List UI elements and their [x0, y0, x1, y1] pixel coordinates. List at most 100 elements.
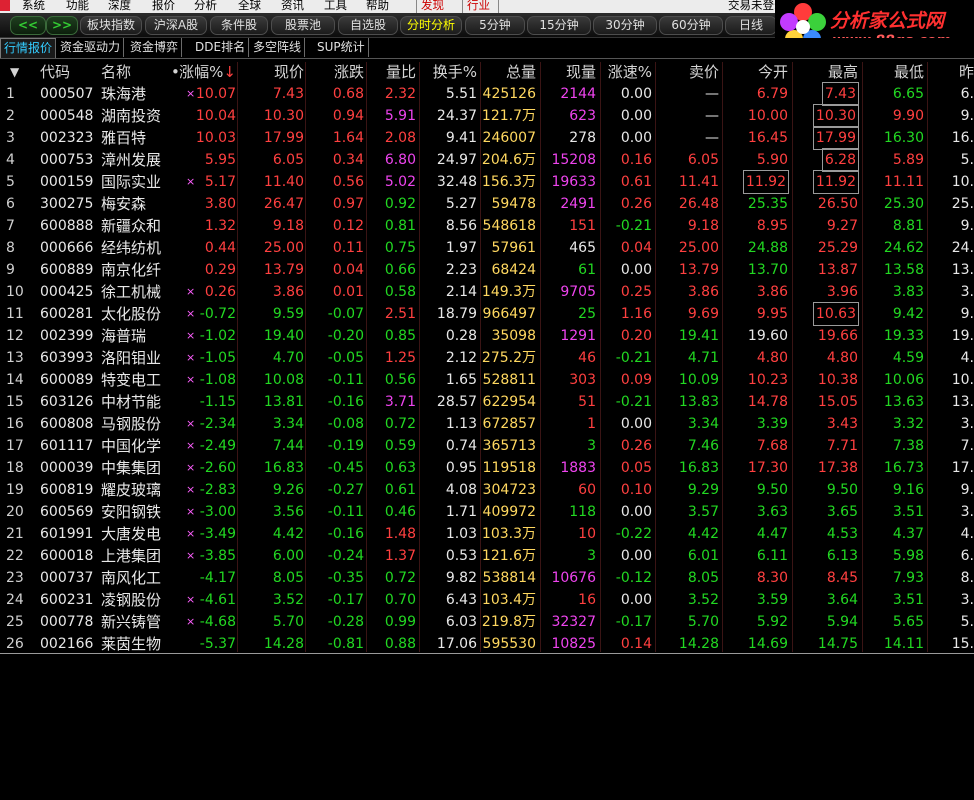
table-row[interactable]: 9 600889 南京化纤 0.29 13.79 0.04 0.66 2.23 68424 61 0… [0, 259, 974, 281]
column-menu-icon[interactable]: ▼ [10, 61, 19, 83]
header-ask[interactable]: 卖价 [689, 61, 719, 83]
table-row[interactable]: 6 300275 梅安森 3.80 26.47 0.97 0.92 5.27 59478 2491… [0, 193, 974, 215]
forward-arrow-icon[interactable]: >> [46, 16, 78, 35]
toolbar-condition-stocks[interactable]: 条件股 [210, 16, 268, 35]
table-row[interactable]: 7 600888 新疆众和 1.32 9.18 0.12 0.81 8.56 548618 151… [0, 215, 974, 237]
cell-prev: 4. [960, 350, 974, 366]
table-row[interactable]: 21 601991 大唐发电 × -3.49 4.42 -0.16 1.48 1.03 103.3… [0, 523, 974, 545]
cell-ratio: 2.51 [384, 306, 416, 322]
table-row[interactable]: 26 002166 莱茵生物 -5.37 14.28 -0.81 0.88 17.06 5955… [0, 633, 974, 655]
table-row[interactable]: 14 600089 特变电工 × -1.08 10.08 -0.11 0.56 1.65 5288… [0, 369, 974, 391]
tab-long-short[interactable]: 多空阵线 [250, 38, 306, 57]
cell-low: 13.63 [883, 394, 924, 410]
cell-pct: 5.17 [204, 174, 236, 190]
cell-pct: -1.15 [199, 394, 236, 410]
cell-pct: -2.49 [199, 438, 236, 454]
toolbar-15min[interactable]: 15分钟 [527, 16, 591, 35]
tab-sup-stats[interactable]: SUP统计 [314, 38, 369, 57]
toolbar-watchlist[interactable]: 自选股 [338, 16, 398, 35]
menu-analysis[interactable]: 分析 [194, 0, 217, 11]
back-arrow-icon[interactable]: << [10, 16, 46, 35]
header-volume-ratio[interactable]: 量比 [386, 61, 416, 83]
table-row[interactable]: 1 000507 珠海港 × 10.07 7.43 0.68 2.32 5.51 425126 21… [0, 82, 974, 106]
menu-help[interactable]: 帮助 [366, 0, 389, 11]
toolbar-intraday[interactable]: 分时分析 [400, 16, 462, 35]
header-speed[interactable]: 涨速% [608, 61, 652, 83]
header-turnover[interactable]: 换手% [433, 61, 477, 83]
tab-quotes[interactable]: 行情报价 [0, 38, 57, 58]
header-current-volume[interactable]: 现量 [566, 61, 596, 83]
tab-dde-rank[interactable]: DDE排名 [192, 38, 250, 57]
cell-prev: 8. [960, 570, 974, 586]
header-code[interactable]: 代码 [40, 61, 70, 83]
menu-depth[interactable]: 深度 [108, 0, 131, 11]
table-row[interactable]: 10 000425 徐工机械 × 0.26 3.86 0.01 0.58 2.14 149.3万 9… [0, 281, 974, 303]
table-row[interactable]: 15 603126 中材节能 -1.15 13.81 -0.16 3.71 28.57 6229… [0, 391, 974, 413]
cell-chg: 0.56 [332, 174, 364, 190]
header-change-pct[interactable]: 涨幅%↓ [179, 61, 236, 83]
table-row[interactable]: 19 600819 耀皮玻璃 × -2.83 9.26 -0.27 0.61 4.08 30472… [0, 479, 974, 501]
toolbar-5min[interactable]: 5分钟 [465, 16, 525, 35]
table-row[interactable]: 16 600808 马钢股份 × -2.34 3.34 -0.08 0.72 1.13 67285… [0, 413, 974, 435]
toolbar-daily[interactable]: 日线 [725, 16, 777, 35]
margin-marker: × [186, 461, 196, 474]
cell-price: 26.47 [263, 196, 304, 212]
table-row[interactable]: 11 600281 太化股份 × -0.72 9.59 -0.07 2.51 18.79 9664… [0, 302, 974, 326]
toolbar-stock-pool[interactable]: 股票池 [271, 16, 335, 35]
header-prev-close[interactable]: 昨 [959, 61, 974, 83]
menu-news[interactable]: 资讯 [281, 0, 304, 11]
toolbar-a-shares[interactable]: 沪深A股 [145, 16, 207, 35]
cell-cur: 10 [578, 526, 596, 542]
table-row[interactable]: 8 000666 经纬纺机 0.44 25.00 0.11 0.75 1.97 57961 465… [0, 237, 974, 259]
table-row[interactable]: 4 000753 漳州发展 5.95 6.05 0.34 6.80 24.97 204.6万 15… [0, 148, 974, 172]
header-low[interactable]: 最低 [894, 61, 924, 83]
cell-low: 16.30 [883, 130, 924, 146]
table-row[interactable]: 13 603993 洛阳钼业 × -1.05 4.70 -0.05 1.25 2.12 275.2… [0, 347, 974, 369]
cell-cur: 1883 [560, 460, 596, 476]
table-bottom-border [0, 653, 974, 654]
toolbar-30min[interactable]: 30分钟 [593, 16, 657, 35]
table-row[interactable]: 25 000778 新兴铸管 × -4.68 5.70 -0.28 0.99 6.03 219.8… [0, 611, 974, 633]
header-name[interactable]: 名称 [101, 61, 131, 83]
cell-spd: -0.21 [615, 350, 652, 366]
cell-cur: 3 [587, 438, 596, 454]
menu-quote[interactable]: 报价 [152, 0, 175, 11]
header-open[interactable]: 今开 [758, 61, 788, 83]
stock-code: 603126 [40, 394, 94, 410]
row-index: 13 [6, 350, 24, 366]
table-row[interactable]: 5 000159 国际实业 × 5.17 11.40 0.56 5.02 32.48 156.3万… [0, 170, 974, 194]
app-icon[interactable] [0, 0, 10, 11]
table-row[interactable]: 23 000737 南风化工 -4.17 8.05 -0.35 0.72 9.82 538814… [0, 567, 974, 589]
table-row[interactable]: 2 000548 湖南投资 10.04 10.30 0.94 5.91 24.37 121.7万… [0, 104, 974, 128]
table-row[interactable]: 20 600569 安阳钢铁 × -3.00 3.56 -0.11 0.46 1.71 40997… [0, 501, 974, 523]
tab-capital-game[interactable]: 资金博弈 [127, 38, 183, 57]
header-price[interactable]: 现价 [274, 61, 304, 83]
cell-spd: 0.20 [620, 328, 652, 344]
tab-capital-drive[interactable]: 资金驱动力 [57, 38, 125, 57]
menu-tools[interactable]: 工具 [324, 0, 347, 11]
cell-pct: -2.34 [199, 416, 236, 432]
cell-price: 3.34 [272, 416, 304, 432]
cell-price: 4.70 [272, 350, 304, 366]
menu-discover[interactable]: 发现 [421, 0, 444, 11]
menu-industry[interactable]: 行业 [467, 0, 490, 11]
toolbar-sector-index[interactable]: 板块指数 [80, 16, 142, 35]
table-row[interactable]: 3 002323 雅百特 10.03 17.99 1.64 2.08 9.41 246007 27… [0, 126, 974, 150]
table-row[interactable]: 17 601117 中国化学 × -2.49 7.44 -0.19 0.59 0.74 36571… [0, 435, 974, 457]
table-row[interactable]: 18 000039 中集集团 × -2.60 16.83 -0.45 0.63 0.95 1195… [0, 457, 974, 479]
cell-low: 19.33 [883, 328, 924, 344]
toolbar-60min[interactable]: 60分钟 [659, 16, 723, 35]
cell-cur: 2144 [560, 86, 596, 102]
cell-price: 10.30 [263, 108, 304, 124]
menu-system[interactable]: 系统 [22, 0, 45, 11]
cell-open: 4.80 [756, 350, 788, 366]
table-row[interactable]: 24 600231 凌钢股份 × -4.61 3.52 -0.17 0.70 6.43 103.4… [0, 589, 974, 611]
header-change[interactable]: 涨跌 [334, 61, 364, 83]
menu-function[interactable]: 功能 [66, 0, 89, 11]
header-total-volume[interactable]: 总量 [506, 61, 536, 83]
table-row[interactable]: 12 002399 海普瑞 × -1.02 19.40 -0.20 0.85 0.28 35098… [0, 325, 974, 347]
table-row[interactable]: 22 600018 上港集团 × -3.85 6.00 -0.24 1.37 0.53 121.6… [0, 545, 974, 567]
header-high[interactable]: 最高 [828, 61, 858, 83]
menu-global[interactable]: 全球 [238, 0, 261, 11]
cell-vol: 119518 [482, 460, 536, 476]
